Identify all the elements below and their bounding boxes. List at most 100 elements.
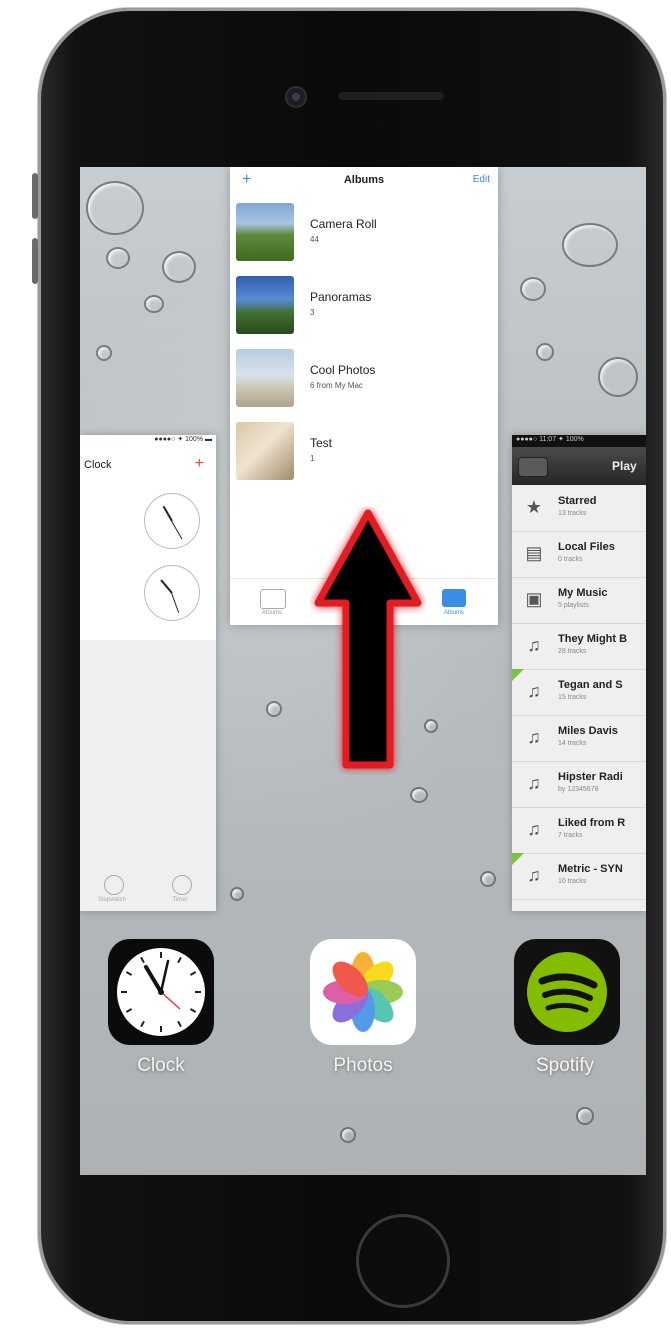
wallpaper-drop xyxy=(480,871,496,887)
playlist-icon: ♫ xyxy=(527,773,541,793)
clock-app-label: Clock xyxy=(137,1055,185,1076)
playlist-icon: ▣ xyxy=(525,589,543,609)
album-count: 44 xyxy=(310,235,319,244)
album-thumbnail xyxy=(236,276,294,334)
wallpaper-drop xyxy=(598,357,638,397)
wallpaper-drop xyxy=(162,251,196,283)
playlist-name: Local Files xyxy=(558,541,615,553)
menu-button[interactable] xyxy=(518,457,548,477)
playlist-row[interactable]: ▣ My Music 5 playlists xyxy=(512,577,646,624)
spotify-header: Play xyxy=(512,447,646,485)
playlist-row[interactable]: ♫ They Might B 28 tracks xyxy=(512,623,646,670)
photos-app-label: Photos xyxy=(333,1055,393,1076)
wallpaper-drop xyxy=(536,343,554,361)
clock-face-graphic xyxy=(117,948,205,1036)
minute-hand xyxy=(171,592,180,613)
playlist-subtitle: 7 tracks xyxy=(558,832,583,839)
album-count: 1 xyxy=(310,454,315,463)
playlist-subtitle: 0 tracks xyxy=(558,556,583,563)
spotify-logo-graphic xyxy=(527,952,607,1032)
spotify-icon[interactable] xyxy=(514,939,620,1045)
playlist-subtitle: 13 tracks xyxy=(558,510,587,517)
world-clock-face xyxy=(144,493,200,549)
clock-title: Clock xyxy=(84,459,112,471)
album-row[interactable]: Panoramas 3 xyxy=(230,270,498,342)
album-count: 3 xyxy=(310,308,315,317)
photos-tab-icon[interactable] xyxy=(260,589,286,609)
playlist-subtitle: 14 tracks xyxy=(558,740,587,747)
spotify-header-title: Play xyxy=(612,459,637,473)
album-name: Cool Photos xyxy=(310,363,376,377)
playlist-name: Miles Davis xyxy=(558,725,618,737)
album-row[interactable]: Camera Roll 44 xyxy=(230,197,498,269)
wallpaper-drop xyxy=(576,1107,594,1125)
home-button[interactable] xyxy=(356,1214,450,1308)
album-row[interactable]: Test 1 xyxy=(230,416,498,488)
earpiece-speaker xyxy=(338,92,444,100)
playlist-subtitle: 5 playlists xyxy=(558,602,589,609)
playlist-subtitle: 28 tracks xyxy=(558,648,587,655)
playlist-name: Hipster Radi xyxy=(558,771,623,783)
volume-button xyxy=(32,238,38,284)
offline-flag-icon xyxy=(512,853,524,865)
wallpaper-drop xyxy=(106,247,130,269)
spotify-app-card[interactable]: ●●●●○ 11:07 ✦ 100% Play ★ Starred 13 track… xyxy=(512,435,646,911)
photos-icon[interactable] xyxy=(310,939,416,1045)
playlist-icon: ♫ xyxy=(527,865,541,885)
albums-tab-icon[interactable] xyxy=(442,589,466,607)
offline-flag-icon xyxy=(512,669,524,681)
hour-hand xyxy=(160,579,173,594)
playlist-name: Starred xyxy=(558,495,597,507)
photos-nav-bar: + Albums Edit xyxy=(230,167,498,195)
world-clock-face xyxy=(144,565,200,621)
wallpaper-drop xyxy=(340,1127,356,1143)
front-camera xyxy=(285,86,307,108)
playlist-icon: ♫ xyxy=(527,681,541,701)
wallpaper-drop xyxy=(520,277,546,301)
playlist-subtitle: 15 tracks xyxy=(558,694,587,701)
clock-empty-area xyxy=(80,640,216,911)
playlist-row[interactable]: ♫ Tegan and S 15 tracks xyxy=(512,669,646,716)
playlist-name: Tegan and S xyxy=(558,679,623,691)
photos-flower-graphic xyxy=(323,952,403,1032)
minute-hand xyxy=(171,520,183,540)
playlist-row[interactable]: ♫ Hipster Radi by 12345678 xyxy=(512,761,646,808)
clock-app-card[interactable]: ●●●●○ ✦ 100% ▬ Clock + Stopwatch Timer xyxy=(80,435,216,911)
photos-nav-title: Albums xyxy=(343,174,385,186)
album-thumbnail xyxy=(236,203,294,261)
wallpaper-drop xyxy=(96,345,112,361)
playlist-icon: ▤ xyxy=(525,543,543,563)
wallpaper-drop xyxy=(266,701,282,717)
status-bar: ●●●●○ ✦ 100% ▬ xyxy=(154,436,212,443)
stopwatch-tab-icon[interactable] xyxy=(104,875,124,895)
wallpaper-drop xyxy=(410,787,428,803)
photos-tab-label: Albums xyxy=(261,610,282,616)
playlist-icon: ♫ xyxy=(527,635,541,655)
hour-hand xyxy=(162,505,173,522)
album-name: Camera Roll xyxy=(310,217,377,231)
album-row[interactable]: Cool Photos 6 from My Mac xyxy=(230,343,498,415)
clock-icon[interactable] xyxy=(108,939,214,1045)
albums-tab-label: Albums xyxy=(443,610,464,616)
album-thumbnail xyxy=(236,422,294,480)
app-switcher-screen: + Albums Edit Camera Roll 44 Panoramas 3… xyxy=(80,167,646,1175)
wallpaper-drop xyxy=(86,181,144,235)
timer-tab-icon[interactable] xyxy=(172,875,192,895)
playlist-name: They Might B xyxy=(558,633,628,645)
add-clock-button[interactable]: + xyxy=(195,455,204,473)
playlist-name: Metric - SYN xyxy=(558,863,623,875)
wallpaper-drop xyxy=(424,719,438,733)
playlist-row[interactable]: ▤ Local Files 0 tracks xyxy=(512,531,646,578)
playlist-row[interactable]: ♫ Liked from R 7 tracks xyxy=(512,807,646,854)
swipe-up-arrow-icon xyxy=(314,509,422,769)
playlist-row[interactable]: ★ Starred 13 tracks xyxy=(512,485,646,532)
wallpaper-drop xyxy=(562,223,618,267)
status-bar: ●●●●○ 11:07 ✦ 100% xyxy=(512,435,646,447)
playlist-icon: ★ xyxy=(525,497,543,517)
album-thumbnail xyxy=(236,349,294,407)
playlist-row[interactable]: ♫ Miles Davis 14 tracks xyxy=(512,715,646,762)
playlist-row[interactable]: ♫ Metric - SYN 10 tracks xyxy=(512,853,646,900)
edit-button[interactable]: Edit xyxy=(473,174,490,185)
album-name: Panoramas xyxy=(310,290,372,304)
playlist-name: My Music xyxy=(558,587,608,599)
